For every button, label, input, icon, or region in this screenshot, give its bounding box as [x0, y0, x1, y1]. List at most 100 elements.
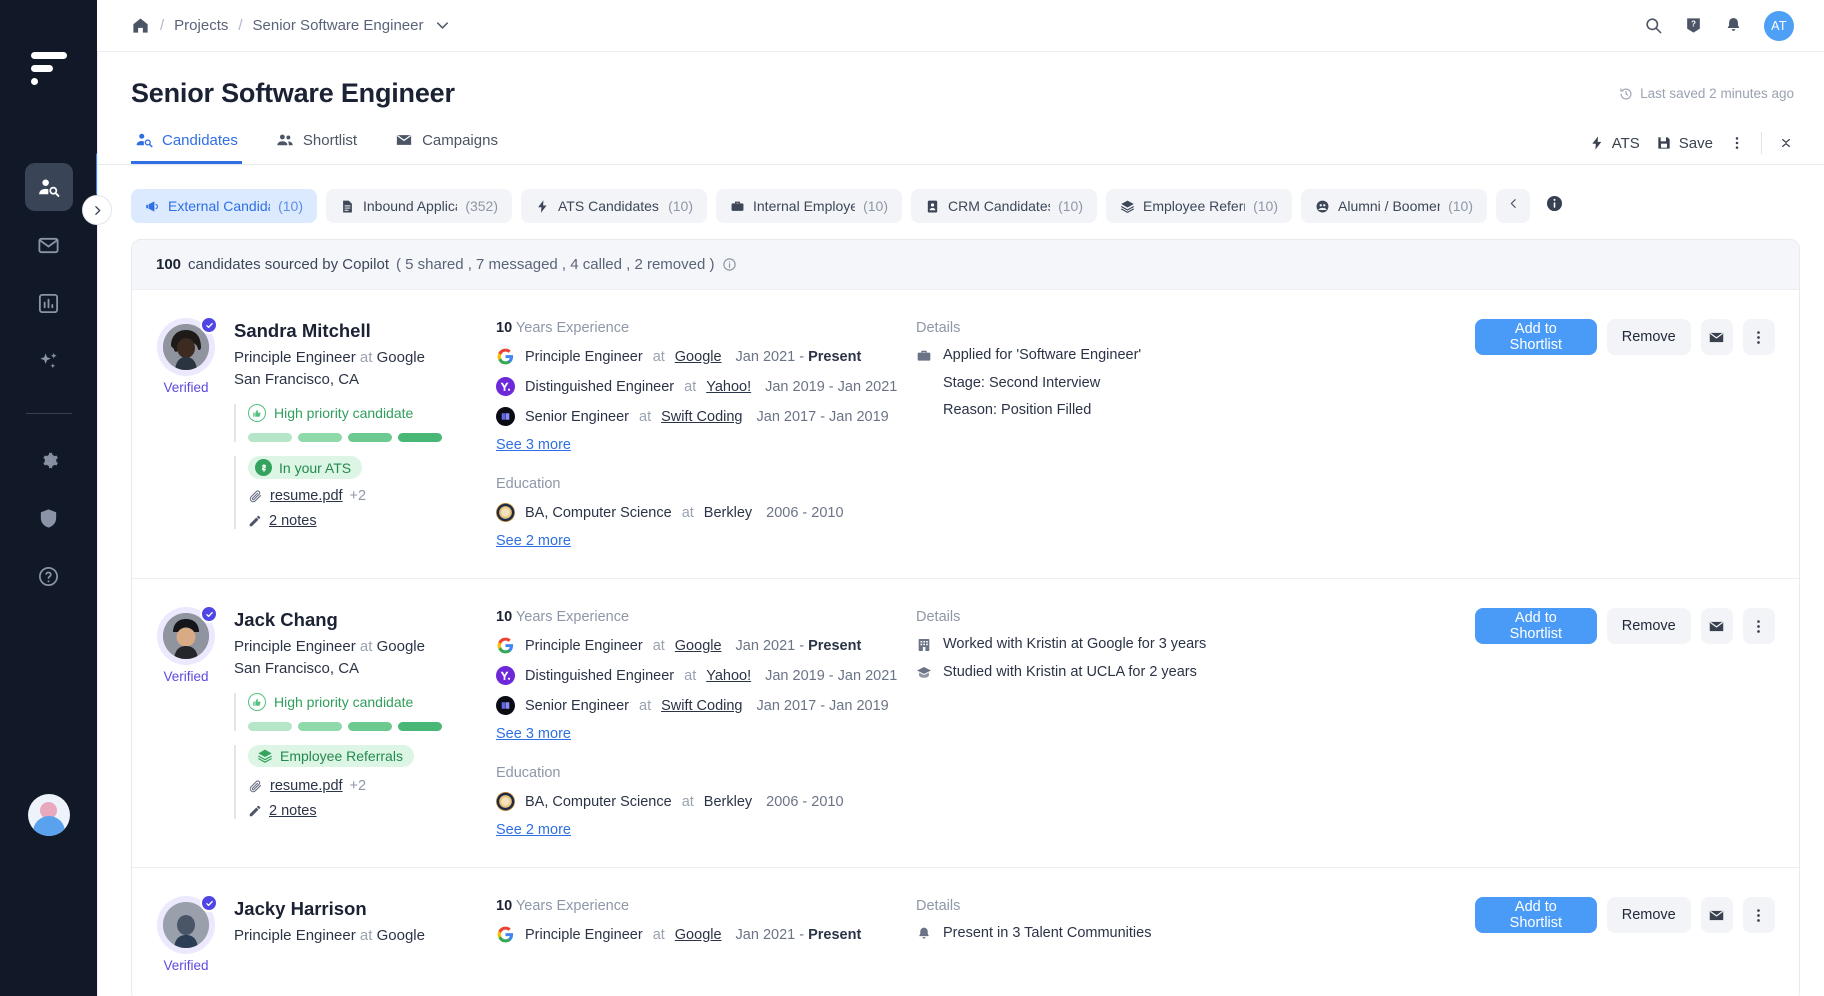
- verified-label: Verified: [163, 669, 209, 684]
- collapse-button[interactable]: [1778, 135, 1794, 151]
- verified-label: Verified: [163, 958, 209, 973]
- candidate-name[interactable]: Jack Chang: [234, 609, 442, 631]
- chip-label: External Candidates: [168, 198, 270, 214]
- briefcase-icon: [916, 347, 932, 364]
- tab-shortlist[interactable]: Shortlist: [272, 123, 361, 164]
- candidate-list-scroll[interactable]: 100 candidates sourced by Copilot ( 5 sh…: [97, 223, 1824, 996]
- save-button[interactable]: Save: [1656, 135, 1713, 152]
- table-row[interactable]: Verified Sandra Mitchell Principle Engin…: [132, 289, 1799, 578]
- avatar[interactable]: [157, 894, 218, 954]
- avatar[interactable]: [157, 605, 218, 665]
- chip-external-candidates[interactable]: External Candidates (10): [131, 189, 317, 223]
- remove-button[interactable]: Remove: [1606, 897, 1691, 933]
- add-to-shortlist-button[interactable]: Add to Shortlist: [1475, 319, 1597, 355]
- notes-link[interactable]: 2 notes: [269, 803, 317, 819]
- detail-text: Applied for 'Software Engineer': [943, 347, 1142, 363]
- notes-link[interactable]: 2 notes: [269, 513, 317, 529]
- candidate-name[interactable]: Sandra Mitchell: [234, 320, 442, 342]
- chip-crm-candidates[interactable]: CRM Candidates (10): [911, 189, 1097, 223]
- email-button[interactable]: [1700, 319, 1733, 355]
- yahoo-logo: [496, 666, 515, 685]
- role-at: at: [359, 927, 373, 944]
- row-more-button[interactable]: [1742, 897, 1775, 933]
- table-row[interactable]: Verified Jack Chang Principle Engineer a…: [132, 578, 1799, 867]
- user-avatar-sidebar[interactable]: [27, 794, 70, 836]
- sidebar-item-candidate-search[interactable]: [24, 163, 73, 211]
- experience-company[interactable]: Yahoo!: [706, 379, 751, 395]
- experience-at: at: [652, 637, 665, 654]
- chips-info-button[interactable]: [1544, 194, 1564, 218]
- experience-company[interactable]: Google: [675, 638, 722, 654]
- experience-dates: Jan 2019 - Jan 2021: [765, 378, 898, 395]
- education-dates: 2006 - 2010: [766, 504, 844, 521]
- email-button[interactable]: [1700, 897, 1733, 933]
- sidebar-item-security[interactable]: [25, 494, 73, 542]
- chip-internal-employees[interactable]: Internal Employees (10): [716, 189, 902, 223]
- experience-company[interactable]: Google: [675, 927, 722, 943]
- experience-see-more[interactable]: See 3 more: [496, 437, 571, 453]
- remove-button[interactable]: Remove: [1606, 319, 1691, 355]
- info-icon[interactable]: [722, 257, 737, 272]
- education-see-more[interactable]: See 2 more: [496, 533, 571, 549]
- ats-button[interactable]: ATS: [1589, 135, 1640, 152]
- status-badge[interactable]: In your ATS: [248, 456, 363, 479]
- experience-see-more[interactable]: See 3 more: [496, 726, 571, 742]
- breadcrumb-current[interactable]: Senior Software Engineer: [253, 17, 424, 34]
- tab-candidates[interactable]: Candidates: [131, 123, 242, 164]
- tab-campaigns[interactable]: Campaigns: [391, 123, 502, 164]
- add-to-shortlist-button[interactable]: Add to Shortlist: [1475, 897, 1597, 933]
- attachment-link[interactable]: resume.pdf: [270, 488, 343, 504]
- sidebar-item-inbox[interactable]: [25, 221, 73, 269]
- bar-chart-icon: [37, 292, 60, 315]
- row-more-button[interactable]: [1742, 608, 1775, 644]
- add-to-shortlist-button[interactable]: Add to Shortlist: [1475, 608, 1597, 644]
- check-badge-icon: [200, 894, 218, 912]
- breadcrumb-projects[interactable]: Projects: [174, 17, 228, 34]
- sidebar-item-analytics[interactable]: [25, 279, 73, 327]
- attachment-link[interactable]: resume.pdf: [270, 778, 343, 794]
- expand-sidebar-button[interactable]: [82, 195, 112, 225]
- last-saved-text: Last saved 2 minutes ago: [1640, 86, 1794, 101]
- avatar[interactable]: [157, 316, 218, 376]
- experience-title: Principle Engineer: [525, 348, 643, 365]
- chip-inbound-applicants[interactable]: Inbound Applicants (352): [326, 189, 512, 223]
- chevron-down-icon[interactable]: [433, 16, 452, 35]
- home-icon[interactable]: [131, 16, 150, 35]
- attachment-row: resume.pdf +2: [248, 778, 442, 794]
- experience-company[interactable]: Swift Coding: [661, 698, 742, 714]
- tag-block: In your ATS resume.pdf +2 2 notes: [234, 456, 442, 529]
- experience-dates: Jan 2021 - Present: [735, 926, 862, 943]
- document-icon: [340, 199, 355, 214]
- education-item: BA, Computer Science at Berkley 2006 - 2…: [496, 792, 916, 811]
- more-options-button[interactable]: [1729, 135, 1745, 151]
- years-label: Years Experience: [515, 320, 630, 336]
- sidebar-item-help[interactable]: [25, 552, 73, 600]
- chip-ats-candidates[interactable]: ATS Candidates (10): [521, 189, 707, 223]
- search-icon[interactable]: [1644, 16, 1663, 35]
- education-header: Education: [496, 476, 561, 492]
- bell-icon[interactable]: [1724, 16, 1743, 35]
- remove-button[interactable]: Remove: [1606, 608, 1691, 644]
- thumbs-up-icon: [248, 404, 266, 422]
- candidate-name[interactable]: Jacky Harrison: [234, 898, 425, 920]
- row-more-button[interactable]: [1742, 319, 1775, 355]
- sidebar-item-copilot[interactable]: [25, 337, 73, 385]
- help-badge-icon[interactable]: ?: [1684, 16, 1703, 35]
- chips-prev-button[interactable]: [1496, 189, 1530, 223]
- experience-company[interactable]: Swift Coding: [661, 409, 742, 425]
- table-row[interactable]: Verified Jacky Harrison Principle Engine…: [132, 867, 1799, 996]
- chip-employee-referrals[interactable]: Employee Referrals (10): [1106, 189, 1292, 223]
- email-button[interactable]: [1700, 608, 1733, 644]
- app-logo[interactable]: [30, 52, 67, 85]
- experience-company[interactable]: Google: [675, 349, 722, 365]
- berkley-logo: [496, 503, 515, 522]
- status-badge[interactable]: Employee Referrals: [248, 745, 414, 767]
- sidebar-item-settings[interactable]: [25, 436, 73, 484]
- breadcrumb-separator-2: /: [238, 17, 243, 34]
- education-see-more[interactable]: See 2 more: [496, 822, 571, 838]
- avatar[interactable]: AT: [1764, 10, 1794, 41]
- experience-company[interactable]: Yahoo!: [706, 668, 751, 684]
- chip-alumni-boomerangs[interactable]: Alumni / Boomerangs (10): [1301, 189, 1487, 223]
- priority-label-row: High priority candidate: [248, 693, 442, 711]
- yahoo-logo: [496, 377, 515, 396]
